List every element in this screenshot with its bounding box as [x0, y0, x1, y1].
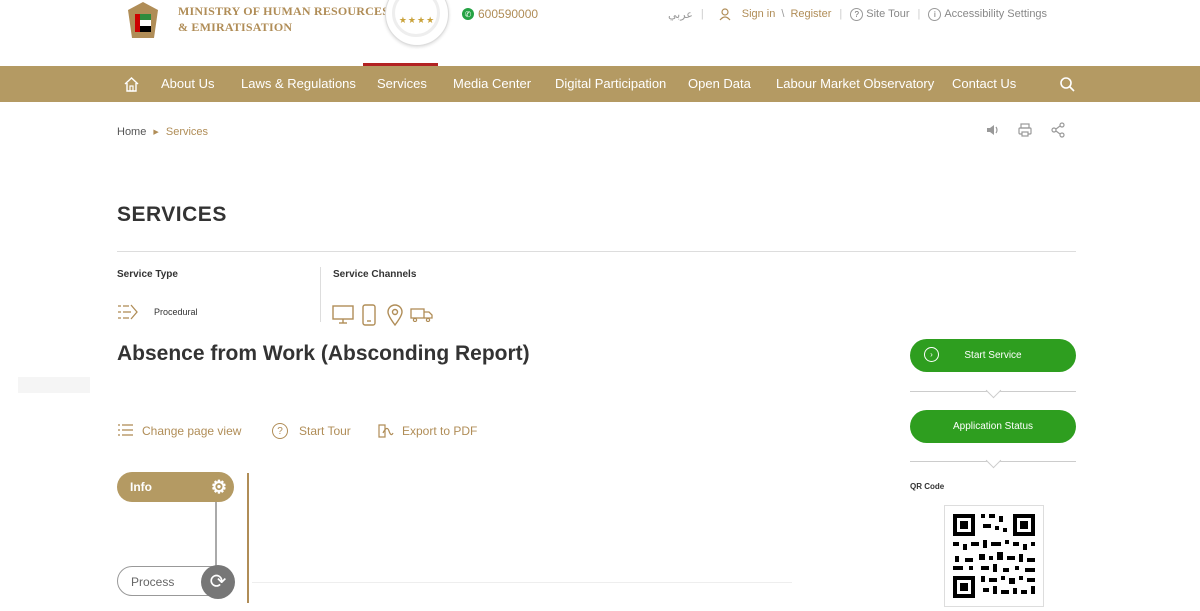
delivery-channel-icon [410, 308, 433, 322]
sign-in-link[interactable]: Sign in [742, 8, 776, 20]
timeline-process-step[interactable]: Process ⟳ [117, 565, 235, 599]
nav-laws-regulations[interactable]: Laws & Regulations [241, 66, 356, 102]
service-type-label: Service Type [117, 269, 178, 280]
ministry-name-line1: MINISTRY OF HUMAN RESOURCES [178, 4, 390, 18]
timeline-info-label: Info [130, 480, 152, 494]
start-service-button[interactable]: › Start Service [910, 339, 1076, 372]
change-page-view-action[interactable]: Change page view [117, 423, 241, 438]
nav-labour-market-observatory[interactable]: Labour Market Observatory [776, 66, 934, 102]
list-view-icon [118, 424, 133, 436]
rating-stars: ★★★★ [398, 15, 436, 25]
start-service-label: Start Service [964, 350, 1022, 361]
faint-placeholder [18, 377, 90, 393]
qr-code-label: QR Code [910, 482, 945, 491]
nav-media-center[interactable]: Media Center [453, 66, 531, 102]
export-pdf-label: Export to PDF [402, 424, 478, 438]
breadcrumb-current: Services [165, 126, 209, 138]
gear-icon: ⚙ [206, 474, 232, 500]
uae-emblem-logo[interactable] [118, 0, 168, 42]
main-navigation: About Us Laws & Regulations Services Med… [0, 63, 1200, 102]
mobile-channel-icon [362, 304, 376, 326]
application-status-button[interactable]: Application Status [910, 410, 1076, 443]
home-icon[interactable] [123, 76, 140, 93]
application-status-label: Application Status [952, 421, 1034, 432]
user-icon [719, 8, 731, 21]
page-title: SERVICES [117, 203, 227, 226]
service-info-separator [320, 267, 321, 322]
breadcrumb-home[interactable]: Home [117, 126, 146, 138]
title-divider [117, 251, 1076, 252]
service-channels-label: Service Channels [333, 269, 417, 280]
speaker-icon[interactable] [985, 122, 1001, 138]
site-tour-link[interactable]: Site Tour [866, 8, 909, 20]
breadcrumb: Home ▶ Services [117, 126, 208, 138]
sign-in-separator: \ [781, 8, 785, 20]
ministry-name: MINISTRY OF HUMAN RESOURCES & EMIRATISAT… [178, 3, 389, 35]
nav-services[interactable]: Services [377, 66, 427, 102]
refresh-icon: ⟳ [201, 565, 235, 599]
timeline-process-label: Process [131, 575, 175, 589]
nav-contact-us[interactable]: Contact Us [952, 66, 1016, 102]
star-rating-badge: ★★★★ [385, 0, 449, 46]
nav-open-data[interactable]: Open Data [688, 66, 751, 102]
help-icon: ? [850, 7, 864, 21]
timeline-line [247, 473, 249, 603]
nav-digital-participation[interactable]: Digital Participation [555, 66, 666, 102]
pdf-icon [378, 424, 394, 438]
desktop-channel-icon [332, 305, 354, 324]
nav-about-us[interactable]: About Us [161, 66, 214, 102]
share-icon[interactable] [1050, 122, 1066, 138]
location-channel-icon [387, 304, 403, 326]
accessibility-icon: i [928, 7, 942, 21]
timeline-info-step[interactable]: Info ⚙ [117, 472, 234, 502]
service-type-value: Procedural [154, 307, 198, 317]
timeline-connector [215, 500, 217, 570]
help-circle-icon: ? [272, 423, 288, 439]
print-icon[interactable] [1017, 122, 1033, 138]
start-tour-action[interactable]: ? Start Tour [272, 423, 351, 439]
export-pdf-action[interactable]: Export to PDF [377, 423, 477, 439]
chevron-down-icon [985, 452, 1002, 469]
top-links: عربي | Sign in \ Register | ? Site Tour … [668, 7, 1048, 21]
start-tour-label: Start Tour [299, 424, 351, 438]
service-title: Absence from Work (Absconding Report) [117, 342, 530, 365]
ministry-name-line2: & EMIRATISATION [178, 20, 293, 34]
nav-active-indicator [363, 63, 438, 66]
chevron-down-icon [985, 382, 1002, 399]
accessibility-settings-link[interactable]: Accessibility Settings [944, 8, 1047, 20]
breadcrumb-separator-icon: ▶ [153, 129, 159, 136]
whatsapp-icon: ✆ [462, 8, 474, 20]
phone-text: 600590000 [478, 7, 539, 21]
phone-number[interactable]: ✆ 600590000 [462, 7, 538, 21]
change-page-view-label: Change page view [142, 423, 242, 438]
qr-code-image[interactable] [944, 505, 1044, 607]
register-link[interactable]: Register [790, 8, 831, 20]
content-divider [252, 582, 792, 583]
language-switch[interactable]: عربي [668, 8, 693, 21]
search-icon[interactable] [1059, 76, 1075, 92]
play-icon: › [924, 347, 939, 362]
procedural-icon [118, 304, 138, 320]
